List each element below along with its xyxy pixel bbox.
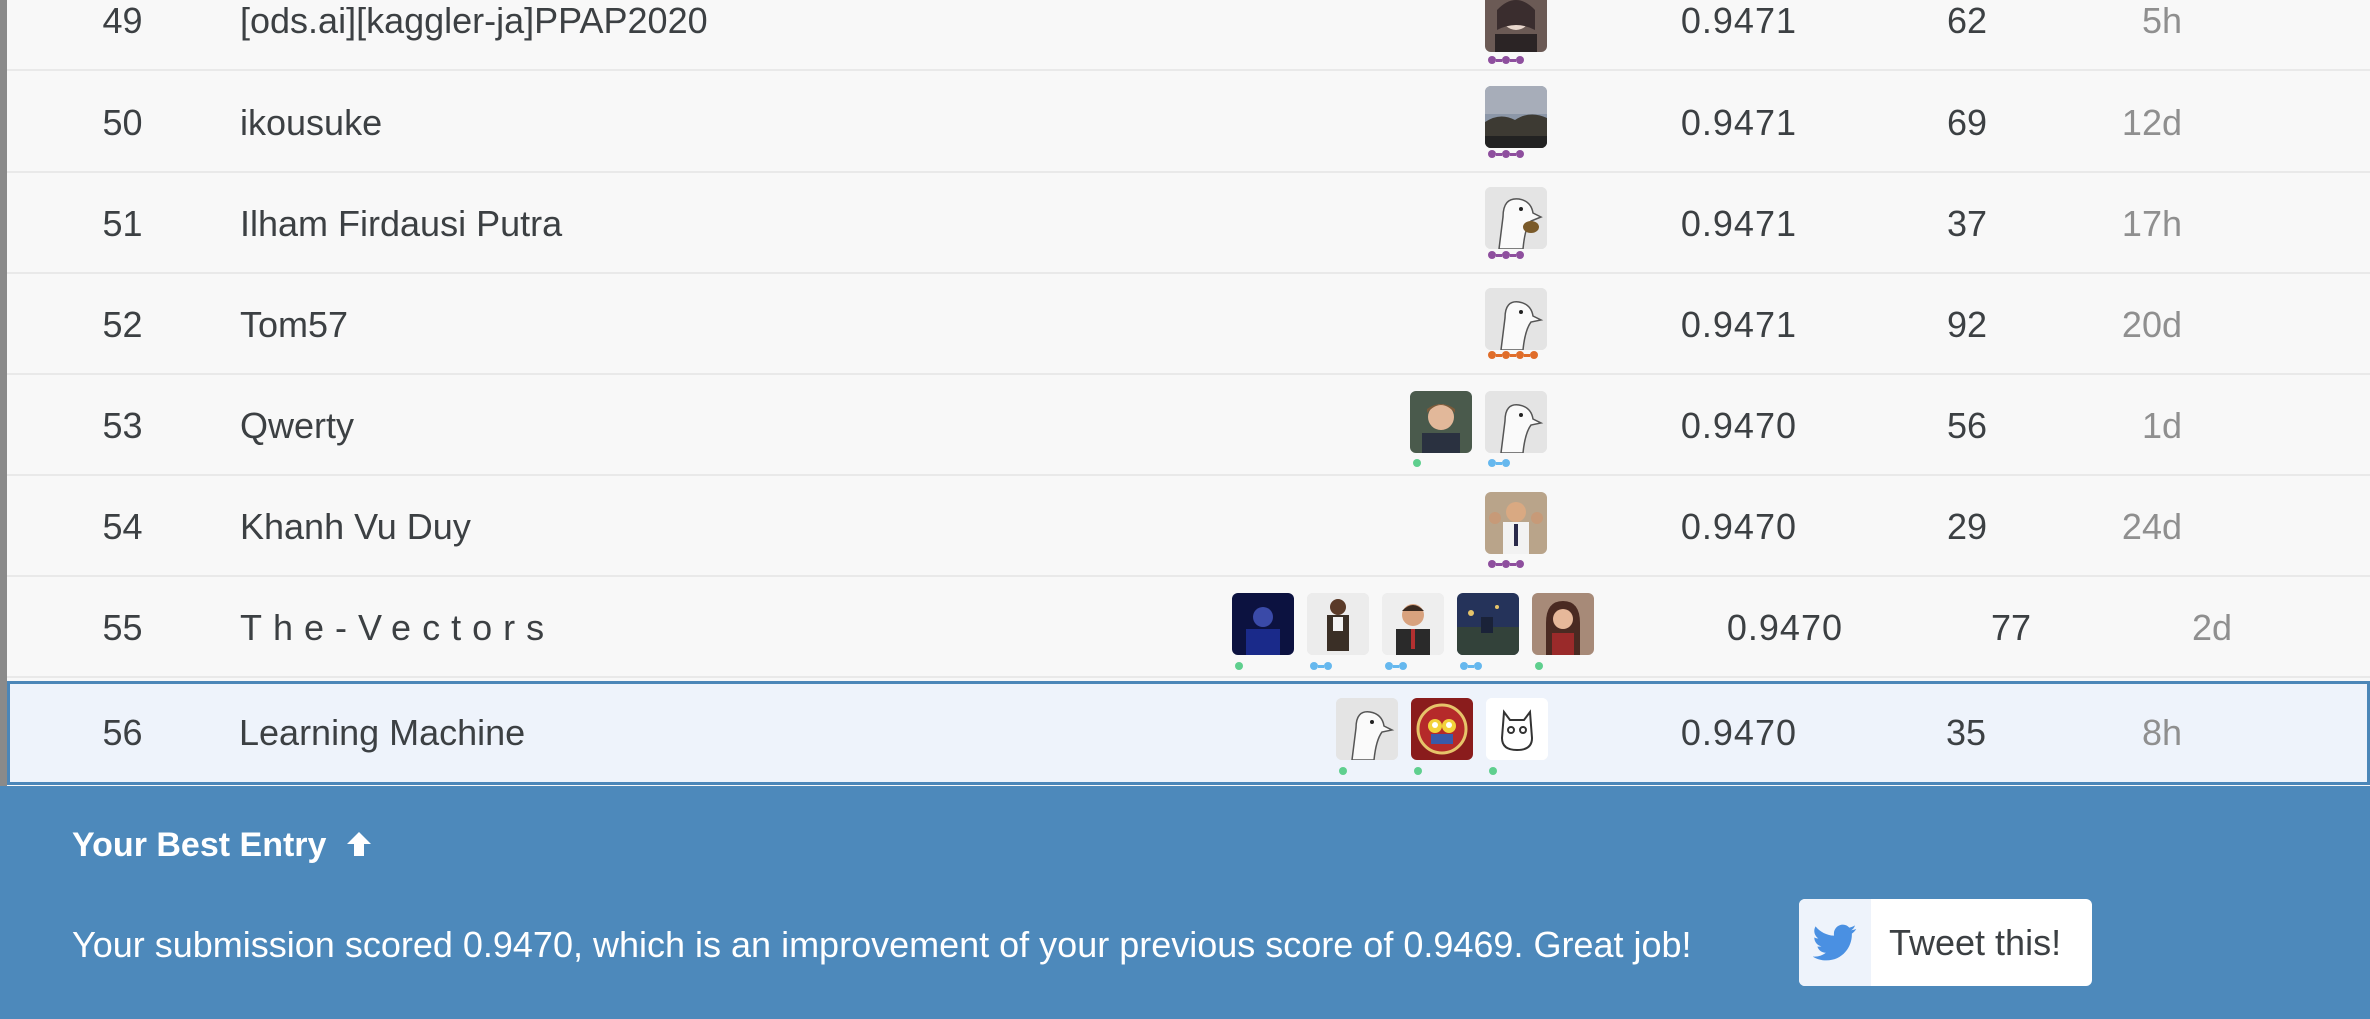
score: 0.9470 xyxy=(1680,506,1797,547)
best-entry-banner: Your Best Entry Your submission scored 0… xyxy=(0,786,2370,1019)
rank: 56 xyxy=(102,712,143,753)
team-member-avatar[interactable] xyxy=(1485,0,1547,52)
leaderboard-row[interactable]: 51 Ilham Firdausi Putra 0.9471 37 17h xyxy=(7,174,2370,274)
page-left-edge xyxy=(0,0,7,786)
entries: 37 xyxy=(1946,203,1987,244)
tier-indicator xyxy=(1235,662,1243,670)
best-entry-title-text: Your Best Entry xyxy=(72,826,327,864)
tier-indicator xyxy=(1339,767,1347,775)
last-submission: 24d xyxy=(2121,506,2182,547)
score: 0.9471 xyxy=(1680,203,1797,244)
tier-indicator xyxy=(1489,767,1497,775)
tier-indicator xyxy=(1488,251,1524,259)
score: 0.9471 xyxy=(1680,0,1797,41)
team-member-avatar[interactable] xyxy=(1382,593,1444,655)
tier-indicator xyxy=(1488,351,1538,359)
leaderboard-row[interactable]: 50 ikousuke 0.9471 69 12d xyxy=(7,73,2370,173)
rank: 52 xyxy=(102,304,143,345)
last-submission: 5h xyxy=(2141,0,2182,41)
team-member-avatar[interactable] xyxy=(1485,391,1547,453)
rank: 50 xyxy=(102,102,143,143)
team-member-avatar[interactable] xyxy=(1410,391,1472,453)
entries: 77 xyxy=(1990,607,2031,648)
tier-indicator xyxy=(1385,662,1407,670)
score: 0.9471 xyxy=(1680,102,1797,143)
entries: 69 xyxy=(1946,102,1987,143)
team-name[interactable]: ikousuke xyxy=(240,73,382,173)
entries: 62 xyxy=(1946,0,1987,41)
team-member-avatar[interactable] xyxy=(1486,698,1548,760)
score: 0.9471 xyxy=(1680,304,1797,345)
team-member-avatar[interactable] xyxy=(1232,593,1294,655)
team-name[interactable]: Khanh Vu Duy xyxy=(240,477,471,577)
best-entry-message: Your submission scored 0.9470, which is … xyxy=(72,924,1692,965)
entries: 92 xyxy=(1946,304,1987,345)
team-name[interactable]: The-Vectors xyxy=(240,578,555,678)
team-member-avatar[interactable] xyxy=(1457,593,1519,655)
last-submission: 17h xyxy=(2121,203,2182,244)
last-submission: 20d xyxy=(2121,304,2182,345)
team-name[interactable]: Ilham Firdausi Putra xyxy=(240,174,562,274)
rank: 54 xyxy=(102,506,143,547)
rank: 51 xyxy=(102,203,143,244)
twitter-bird-icon xyxy=(1799,899,1871,986)
best-entry-title: Your Best Entry xyxy=(72,826,374,865)
team-name[interactable]: Tom57 xyxy=(240,275,348,375)
rank: 49 xyxy=(102,0,143,41)
tweet-this-button[interactable]: Tweet this! xyxy=(1799,899,2092,986)
leaderboard-row[interactable]: 49 [ods.ai][kaggler-ja]PPAP2020 0.9471 6… xyxy=(7,0,2370,71)
rank: 55 xyxy=(102,607,143,648)
leaderboard: 49 [ods.ai][kaggler-ja]PPAP2020 0.9471 6… xyxy=(7,0,2370,786)
last-submission: 1d xyxy=(2141,405,2182,446)
team-member-avatar[interactable] xyxy=(1532,593,1594,655)
entries: 35 xyxy=(1945,712,1986,753)
leaderboard-row[interactable]: 55 The-Vectors 0.9470 77 2d xyxy=(7,578,2370,678)
tier-indicator xyxy=(1310,662,1332,670)
tier-indicator xyxy=(1488,150,1524,158)
team-member-avatar[interactable] xyxy=(1411,698,1473,760)
tier-indicator xyxy=(1488,459,1510,467)
tier-indicator xyxy=(1488,56,1524,64)
leaderboard-row[interactable]: 54 Khanh Vu Duy 0.9470 29 24d xyxy=(7,477,2370,577)
last-submission: 2d xyxy=(2191,607,2232,648)
score: 0.9470 xyxy=(1680,405,1797,446)
leaderboard-row-your-team[interactable]: 56 Learning Machine 0.9470 35 8h xyxy=(7,681,2370,785)
last-submission: 12d xyxy=(2121,102,2182,143)
tier-indicator xyxy=(1414,767,1422,775)
arrow-up-icon xyxy=(344,826,374,864)
tier-indicator xyxy=(1535,662,1543,670)
team-member-avatar[interactable] xyxy=(1485,86,1547,148)
tier-indicator xyxy=(1488,560,1524,568)
leaderboard-row[interactable]: 53 Qwerty 0.9470 56 1d xyxy=(7,376,2370,476)
tier-indicator xyxy=(1413,459,1421,467)
tier-indicator xyxy=(1460,662,1482,670)
entries: 29 xyxy=(1946,506,1987,547)
last-submission: 8h xyxy=(2141,712,2182,753)
rank: 53 xyxy=(102,405,143,446)
team-name[interactable]: [ods.ai][kaggler-ja]PPAP2020 xyxy=(240,0,708,71)
score: 0.9470 xyxy=(1680,712,1797,753)
team-member-avatar[interactable] xyxy=(1485,492,1547,554)
tweet-this-label: Tweet this! xyxy=(1889,922,2062,963)
team-member-avatar[interactable] xyxy=(1307,593,1369,655)
leaderboard-row[interactable]: 52 Tom57 0.9471 92 20d xyxy=(7,275,2370,375)
team-member-avatar[interactable] xyxy=(1336,698,1398,760)
team-name[interactable]: Qwerty xyxy=(240,376,354,476)
entries: 56 xyxy=(1946,405,1987,446)
team-member-avatar[interactable] xyxy=(1485,187,1547,249)
team-name[interactable]: Learning Machine xyxy=(239,684,525,782)
score: 0.9470 xyxy=(1726,607,1843,648)
team-member-avatar[interactable] xyxy=(1485,288,1547,350)
